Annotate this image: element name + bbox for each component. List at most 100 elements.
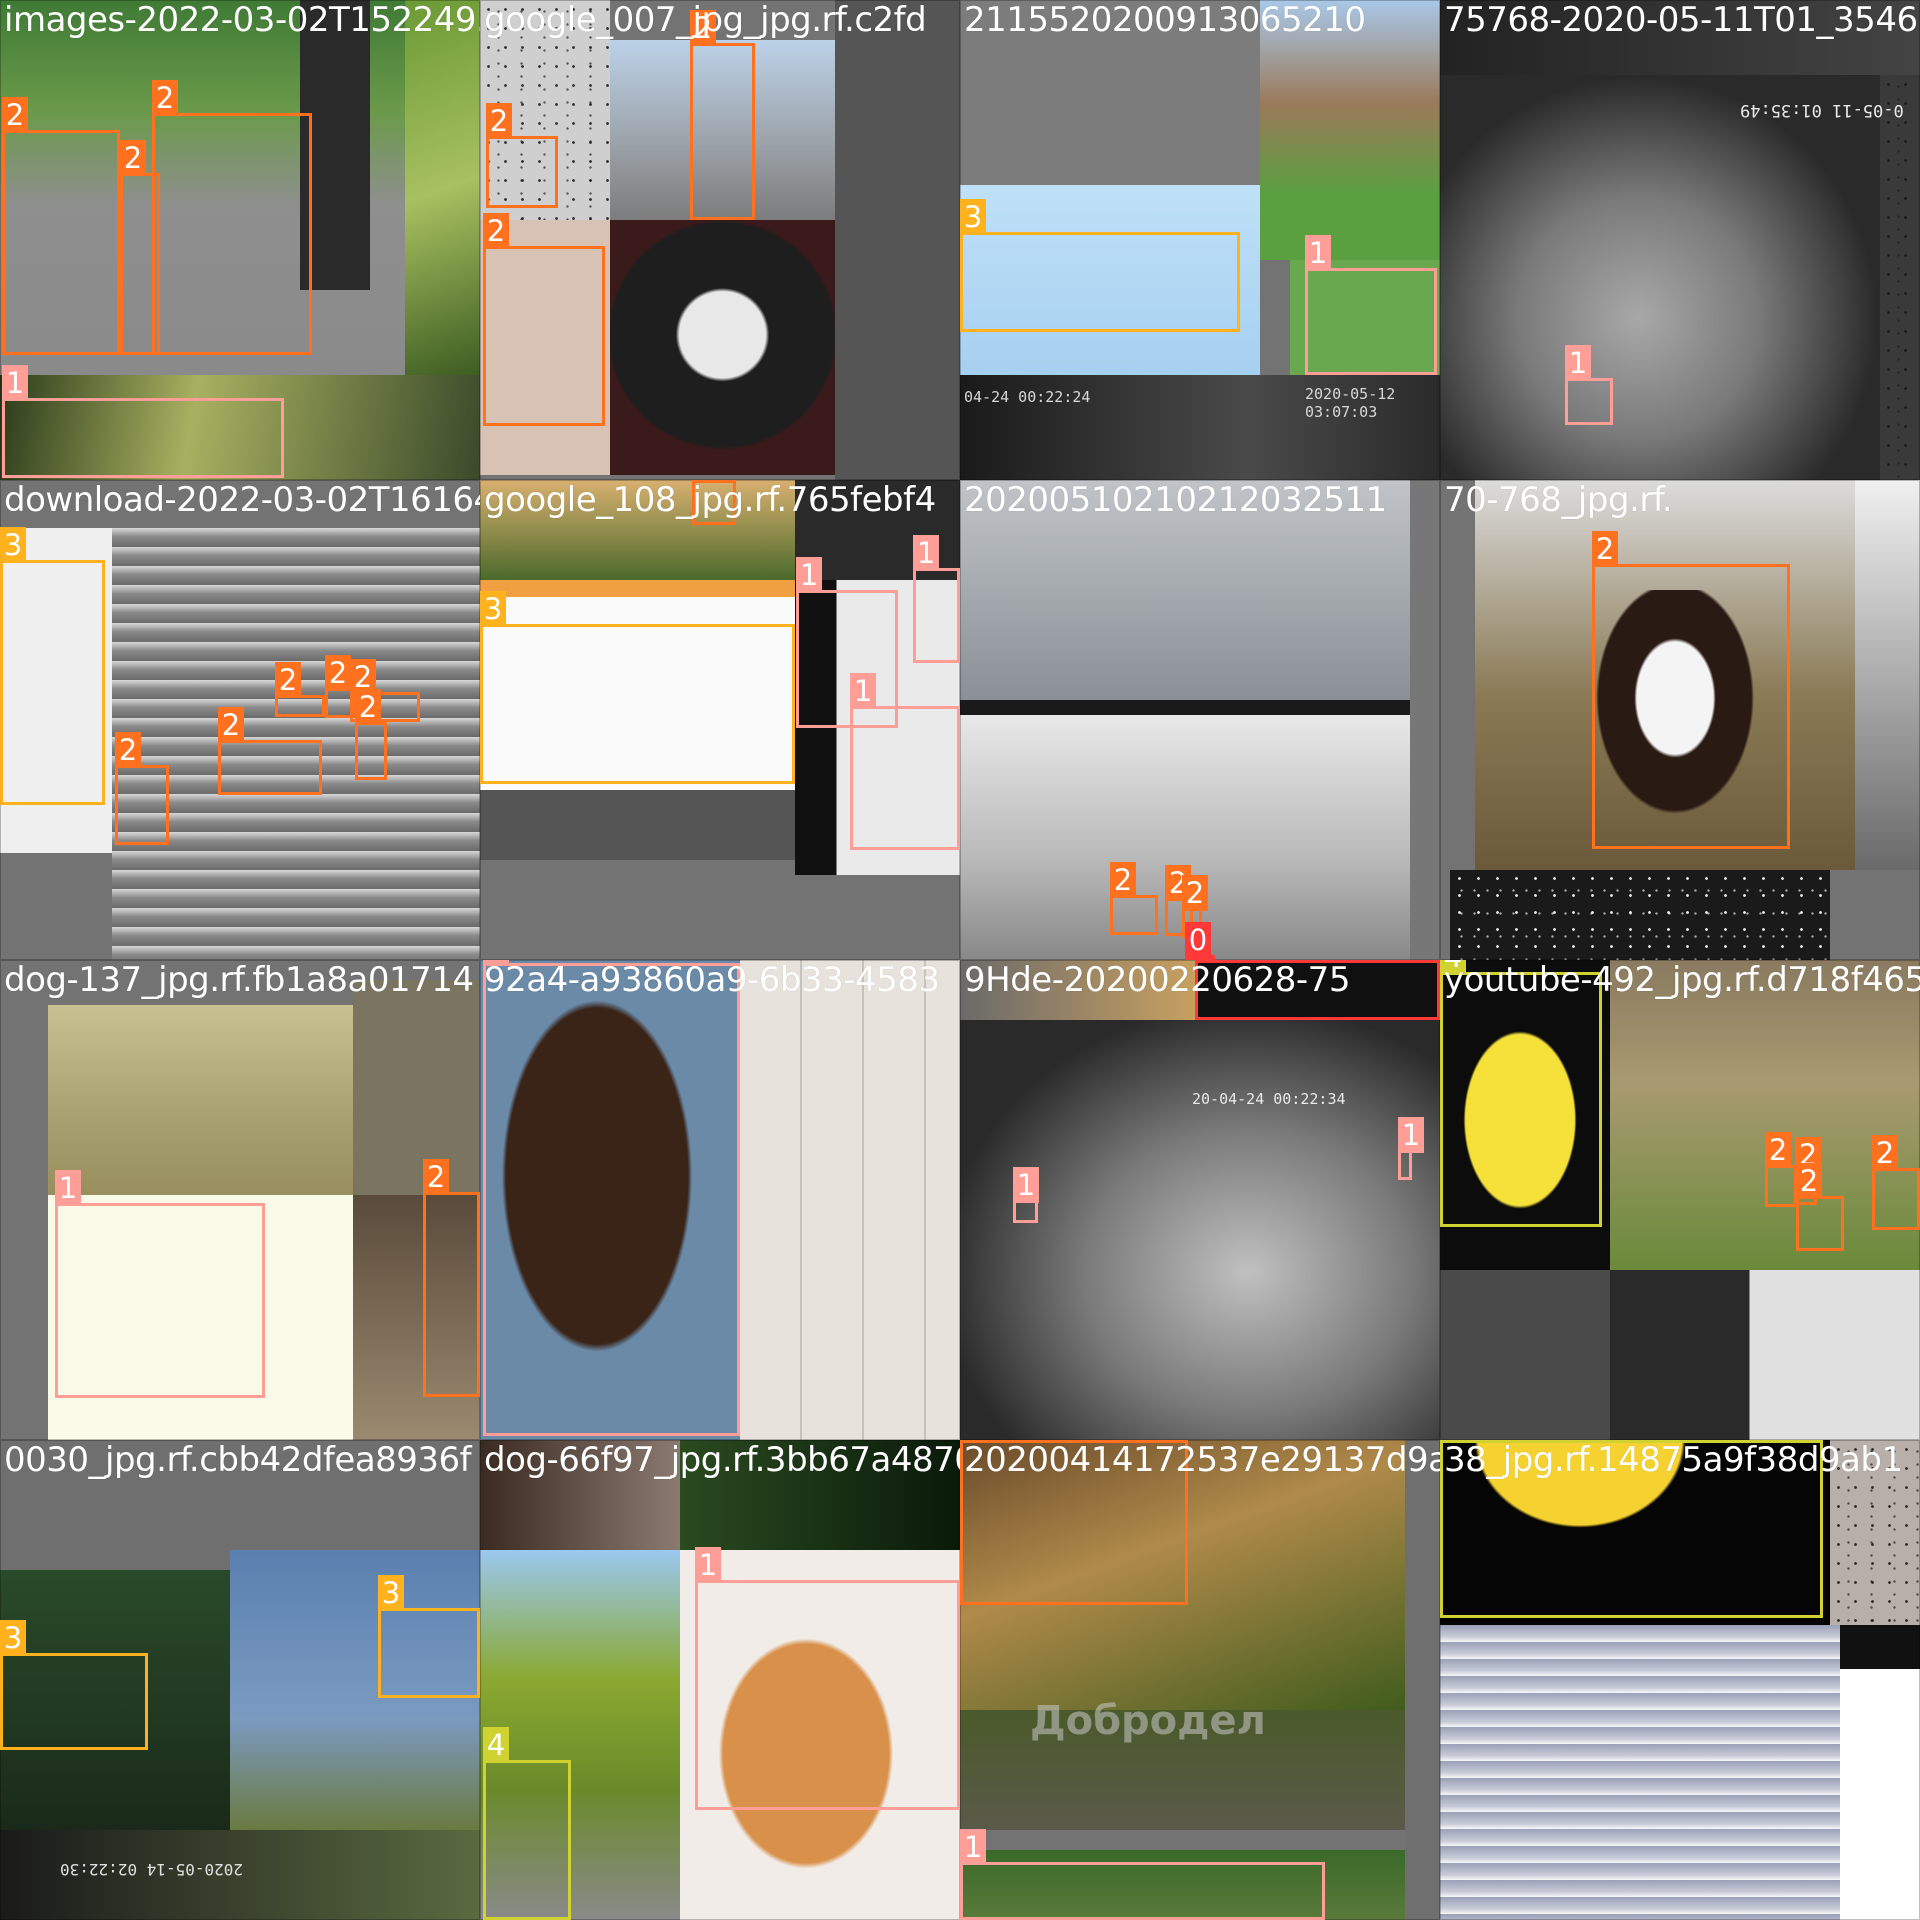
bbox-label: 2: [1110, 862, 1136, 898]
bbox: 2: [483, 213, 605, 426]
bbox-label: 1: [850, 673, 876, 709]
bbox-label: 2: [120, 140, 146, 176]
bbox-label: 2: [423, 1159, 449, 1195]
bbox-label: 1: [796, 557, 822, 593]
bbox: 2: [1796, 1163, 1844, 1251]
bbox: 2: [2, 97, 120, 355]
bbox: 2: [423, 1159, 480, 1397]
cctv-timestamp: 2020-05-12 03:07:03: [1305, 385, 1396, 421]
tile-filename: 20200510210212032511: [964, 480, 1387, 520]
bbox: 2: [1872, 1135, 1920, 1230]
bbox: 2: [1765, 1132, 1797, 1207]
watermark: Добродел: [1030, 1698, 1266, 1744]
bbox: 1: [1398, 1117, 1424, 1180]
tile-filename: images-2022-03-02T152249.403_jpeg_jpg.rf…: [4, 0, 480, 40]
bbox-label: 2: [1765, 1132, 1791, 1168]
bbox: 2: [115, 732, 169, 845]
bbox-label: 1: [913, 535, 939, 571]
cctv-timestamp: 2020-05-14 02:22:30: [60, 1860, 244, 1879]
bbox-label: 1: [695, 1547, 721, 1583]
mosaic-tile: images-2022-03-02T152249.403_jpeg_jpg.rf…: [0, 0, 480, 480]
divider: [960, 700, 1410, 715]
bbox-label: 2: [1592, 531, 1618, 567]
photo-night-snow: [1450, 870, 1830, 960]
bbox-label: 2: [1182, 875, 1208, 911]
bbox: 3: [378, 1575, 480, 1698]
bbox: 2: [218, 707, 322, 795]
cctv-timestamp: 0-05-11 01:35:49: [1740, 100, 1904, 120]
noise-strip: [1880, 75, 1920, 480]
mosaic-tile: 38_jpg.rf.14875a9f38d9ab1 4: [1440, 1440, 1920, 1920]
photo-dog-lying: [48, 1005, 353, 1195]
bbox: 1: [2, 365, 284, 478]
photo-husky-puppy: [610, 220, 835, 475]
bbox: 1: [913, 535, 960, 663]
tile-filename: google_007_jpg_jpg.rf.c2fd: [484, 0, 927, 40]
tile-filename: google_108_jpg.rf.765febf4: [484, 480, 936, 520]
mosaic-tile: 70-768_jpg.rf. 2 1: [1440, 480, 1920, 960]
tile-filename: youtube-492_jpg.rf.d718f4659: [1444, 960, 1920, 1000]
bbox: 1: [960, 1829, 1325, 1920]
bbox-label: 2: [325, 655, 351, 691]
mosaic-tile: 20-04-24 00:22:34 9Hde-20200220628-75 1 …: [960, 960, 1440, 1440]
bbox: 2: [275, 662, 325, 717]
bbox: 2: [486, 103, 558, 208]
bbox-label: 1: [960, 1829, 986, 1865]
bbox-label: 2: [1796, 1163, 1822, 1199]
cctv-timestamp: 04-24 00:22:24: [964, 388, 1091, 406]
bbox: 1: [55, 1170, 265, 1398]
padding: [1405, 1440, 1440, 1920]
bbox-label: 2: [486, 103, 512, 139]
bbox: 4: [1440, 960, 1602, 1227]
bbox-label: 3: [480, 591, 506, 627]
bbox-label: 1: [55, 1170, 81, 1206]
bbox-label: 2: [275, 662, 301, 698]
bbox-label: 2: [115, 732, 141, 768]
bbox: 1: [1013, 1167, 1039, 1223]
bbox-label: 3: [0, 527, 26, 563]
bbox-label: 1: [1565, 345, 1591, 381]
padding: [1410, 480, 1440, 960]
bbox: 2: [355, 689, 387, 780]
tile-filename: 0030_jpg.rf.cbb42dfea8936f: [4, 1440, 472, 1480]
mosaic-tile: Добродел 20200414172537e29137d9a14 2 1: [960, 1440, 1440, 1920]
bbox: 1: [1305, 235, 1437, 375]
bbox-label: 2: [1872, 1135, 1898, 1171]
bbox-label: 3: [960, 199, 986, 235]
mosaic-tile: google_007_jpg_jpg.rf.c2fd 2 2 2: [480, 0, 960, 480]
tile-filename: 38_jpg.rf.14875a9f38d9ab1: [1444, 1440, 1903, 1480]
bbox: 1: [483, 960, 740, 1436]
bbox-label: 1: [1398, 1117, 1424, 1153]
bbox-label: 3: [0, 1620, 26, 1656]
bbox-label: 2: [355, 689, 381, 725]
cctv-timestamp: 20-04-24 00:22:34: [1192, 1090, 1346, 1108]
photo-blurred-bright: [1440, 1625, 1840, 1920]
room-strip: [1855, 480, 1920, 870]
tile-filename: 92a4-a93860a9-6b33-4583: [484, 960, 940, 1000]
bbox: 3: [0, 1620, 148, 1750]
tile-filename: 70-768_jpg.rf.: [1444, 480, 1673, 520]
bbox: 1: [695, 1547, 960, 1810]
photo-cctv-yard: [960, 1020, 1440, 1440]
bbox: 3: [480, 591, 795, 784]
bbox: 1: [850, 673, 960, 850]
tile-filename: 20200414172537e29137d9a14: [964, 1440, 1440, 1480]
tile-filename: dog-137_jpg.rf.fb1a8a01714: [4, 960, 474, 1000]
bbox-label: 4: [483, 1727, 509, 1763]
tile-filename: 2115520200913065210: [964, 0, 1366, 40]
mosaic-tile: dog-137_jpg.rf.fb1a8a01714 1 2: [0, 960, 480, 1440]
mosaic-tile: 92a4-a93860a9-6b33-4583 1: [480, 960, 960, 1440]
bbox-label: 1: [1013, 1167, 1039, 1203]
bbox-label: 1: [2, 365, 28, 401]
augmented-training-mosaic: images-2022-03-02T152249.403_jpeg_jpg.rf…: [0, 0, 1920, 1920]
tile-filename: 75768-2020-05-11T01_35463-4: [1444, 0, 1920, 40]
bbox: 2: [1110, 862, 1158, 935]
tile-filename: download-2022-03-02T161648.363_jpeg: [4, 480, 480, 520]
photo-cctv-yard: [1440, 75, 1880, 480]
photo-tile-floor: [740, 960, 960, 1440]
wall-strip: [353, 980, 480, 1195]
bbox: 4: [483, 1727, 571, 1920]
bbox-label: 2: [2, 97, 28, 133]
bbox: 3: [0, 527, 105, 805]
bbox-label: 1: [1305, 235, 1331, 271]
